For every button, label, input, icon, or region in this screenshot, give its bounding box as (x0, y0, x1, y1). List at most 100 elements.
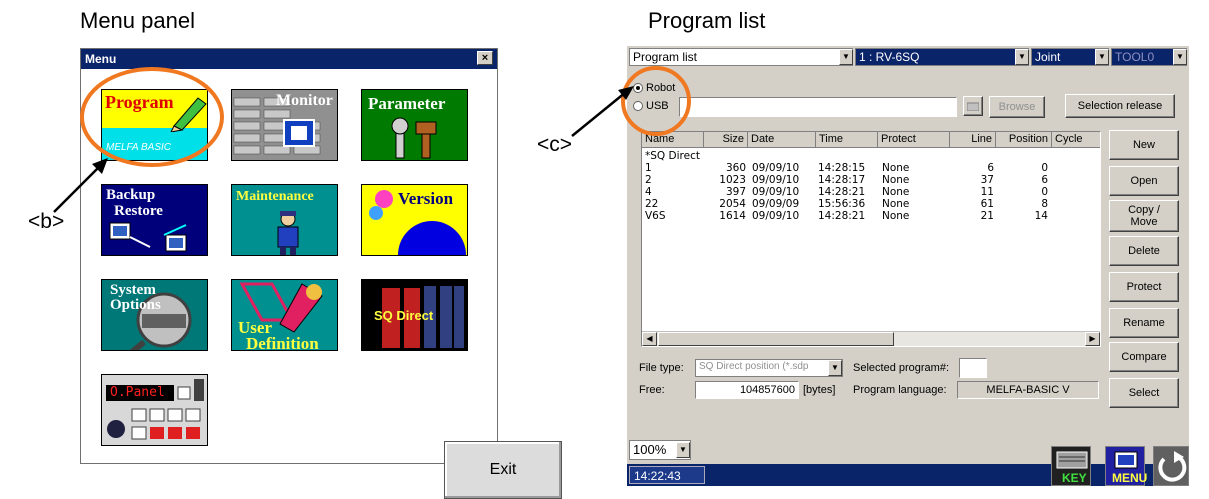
file-type-arrow[interactable]: ▼ (828, 360, 842, 376)
cell-date: 09/09/10 (752, 162, 800, 174)
cell-date: 09/09/10 (752, 174, 800, 186)
program-language-value: MELFA-BASIC V (986, 384, 1070, 396)
table-header: Name Size Date Time Protect Line Positio… (642, 132, 1100, 148)
free-label: Free: (639, 384, 665, 396)
robot-combo[interactable]: 1 : RV-6SQ (855, 48, 1029, 66)
maintenance-tile[interactable]: Maintenance (231, 184, 338, 256)
col-size[interactable]: Size (704, 132, 748, 148)
user-definition-tile[interactable]: User Definition (231, 279, 338, 351)
cell-name: 4 (645, 186, 652, 198)
zoom-combo-arrow[interactable]: ▼ (676, 442, 690, 458)
worker-icon (277, 211, 299, 255)
menu-grid-icon (1114, 451, 1138, 469)
table-row[interactable]: 22 2054 09/09/09 15:56:36 None 61 8 (642, 198, 1100, 210)
cell-protect: None (882, 198, 910, 210)
col-date[interactable]: Date (748, 132, 816, 148)
cell-time: 14:28:21 (818, 210, 866, 222)
cell-name: 22 (645, 198, 659, 210)
program-table[interactable]: Name Size Date Time Protect Line Positio… (641, 131, 1101, 347)
free-value: 104857600 (739, 384, 795, 396)
cell-position: 0 (1041, 186, 1048, 198)
close-button[interactable]: × (477, 51, 493, 65)
cell-position: 0 (1041, 162, 1048, 174)
cell-time: 14:28:21 (818, 186, 866, 198)
screen-combo-arrow[interactable]: ▼ (839, 49, 853, 65)
frame-combo-arrow[interactable]: ▼ (1095, 49, 1109, 65)
return-arrow-icon (1158, 451, 1187, 482)
monitor-label: Monitor (276, 92, 333, 109)
scroll-left-arrow[interactable]: ◀ (642, 332, 657, 346)
cell-line: 6 (987, 162, 994, 174)
rename-button[interactable]: Rename (1109, 308, 1179, 338)
cell-line: 21 (980, 210, 994, 222)
col-line[interactable]: Line (950, 132, 996, 148)
file-type-combo[interactable]: SQ Direct position (*.sdp (695, 359, 843, 377)
table-row[interactable]: V6S 1614 09/09/10 14:28:21 None 21 14 (642, 210, 1100, 222)
scroll-thumb[interactable] (658, 332, 894, 346)
move-label: Move (1130, 216, 1158, 228)
cell-line: 11 (980, 186, 994, 198)
usb-path-field[interactable] (679, 97, 957, 117)
browse-button[interactable]: Browse (989, 96, 1045, 118)
cell-date: 09/09/10 (752, 186, 800, 198)
parameter-tile[interactable]: Parameter (361, 89, 468, 161)
cell-protect: None (882, 174, 910, 186)
menu-button[interactable]: MENU (1105, 446, 1147, 486)
table-row[interactable]: 4 397 09/09/10 14:28:21 None 11 0 (642, 186, 1100, 198)
copy-move-button[interactable]: Copy / Move (1109, 200, 1179, 232)
cell-size: 360 (725, 162, 746, 174)
col-protect[interactable]: Protect (878, 132, 950, 148)
select-button[interactable]: Select (1109, 378, 1179, 408)
protect-button[interactable]: Protect (1109, 272, 1179, 302)
cell-name: V6S (645, 210, 666, 222)
file-type-label: File type: (639, 362, 684, 374)
open-button[interactable]: Open (1109, 166, 1179, 196)
tool-combo-arrow[interactable]: ▼ (1173, 49, 1187, 65)
cell-position: 14 (1034, 210, 1048, 222)
new-button[interactable]: New (1109, 130, 1179, 160)
compare-button[interactable]: Compare (1109, 342, 1179, 372)
exit-button[interactable]: Exit (444, 441, 562, 499)
version-tile[interactable]: Version (361, 184, 468, 256)
free-value-box: 104857600 (695, 381, 799, 399)
col-position[interactable]: Position (996, 132, 1052, 148)
arrow-c (571, 86, 634, 137)
cell-date: 09/09/10 (752, 210, 800, 222)
program-language-label: Program language: (853, 384, 947, 396)
delete-button[interactable]: Delete (1109, 236, 1179, 266)
cell-time: 15:56:36 (818, 198, 866, 210)
opanel-tile[interactable]: O.Panel (101, 374, 208, 446)
version-label: Version (398, 189, 454, 208)
table-row[interactable]: 2 1023 09/09/10 14:28:17 None 37 6 (642, 174, 1100, 186)
cell-date: 09/09/09 (752, 198, 800, 210)
tools-icon (391, 117, 437, 159)
key-label: KEY (1062, 471, 1087, 485)
cell-size: 397 (725, 186, 746, 198)
folder-icon (967, 102, 979, 111)
table-row[interactable]: *SQ Direct (642, 150, 1100, 162)
program-list-caption: Program list (648, 8, 766, 33)
callout-c: <c> (537, 133, 573, 156)
system-options-tile[interactable]: System Options (101, 279, 208, 351)
selected-program-field[interactable] (959, 358, 987, 378)
sq-direct-label: SQ Direct (374, 308, 434, 323)
selection-release-button[interactable]: Selection release (1065, 94, 1175, 118)
folder-button[interactable] (963, 96, 983, 116)
return-button[interactable] (1153, 446, 1189, 486)
monitor-tile[interactable]: Monitor (231, 89, 338, 161)
sq-direct-tile[interactable]: SQ Direct (361, 279, 468, 351)
options-label: Options (110, 297, 161, 313)
selected-program-label: Selected program#: (853, 362, 949, 374)
horizontal-scrollbar[interactable]: ◀ ▶ (642, 331, 1100, 346)
cell-time: 14:28:15 (818, 162, 866, 174)
table-row[interactable]: 1 360 09/09/10 14:28:15 None 6 0 (642, 162, 1100, 174)
robot-combo-arrow[interactable]: ▼ (1015, 49, 1029, 65)
col-cycle[interactable]: Cycle (1052, 132, 1100, 148)
key-button[interactable]: KEY (1051, 446, 1091, 486)
col-time[interactable]: Time (816, 132, 878, 148)
cell-size: 2054 (719, 198, 746, 210)
scroll-right-arrow[interactable]: ▶ (1085, 332, 1100, 346)
opanel-buttons-icon (107, 379, 204, 440)
cell-size: 1614 (719, 210, 746, 222)
definition-label: Definition (246, 334, 319, 351)
